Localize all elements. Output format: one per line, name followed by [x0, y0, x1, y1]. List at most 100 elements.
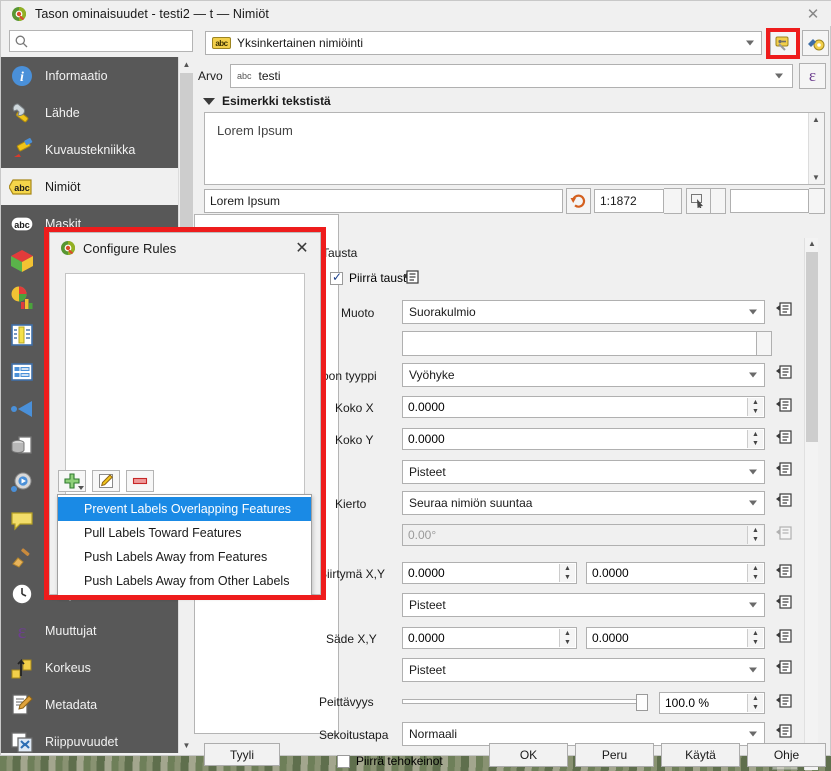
sidebar-item-metadata[interactable]: Metadata	[1, 686, 178, 723]
radius-unit-combo[interactable]: Pisteet	[402, 658, 765, 682]
sample-scale-dropdown[interactable]	[663, 188, 683, 214]
shape-fill-dropdown[interactable]	[756, 331, 772, 356]
opacity-slider-knob[interactable]	[636, 694, 648, 711]
qgis-logo-icon	[60, 240, 76, 256]
opacity-slider[interactable]	[402, 694, 648, 711]
rules-list[interactable]	[65, 273, 305, 500]
offset-y-input[interactable]: 0.0000 ▲ ▼	[586, 562, 765, 584]
size-type-combo[interactable]: Vyöhyke	[402, 363, 765, 387]
sample-revert-button[interactable]	[565, 188, 591, 214]
value-field-combo[interactable]: abc testi	[230, 64, 793, 88]
svg-text:ɛ: ɛ	[18, 619, 27, 643]
rotation-angle-input: 0.00° ▲ ▼	[402, 524, 765, 546]
ok-button[interactable]: OK	[489, 743, 568, 767]
field-type-abc-icon: abc	[237, 71, 252, 81]
size-x-stepper[interactable]: ▲ ▼	[747, 398, 763, 416]
sidebar-item-korkeus[interactable]: Korkeus	[1, 649, 178, 686]
opacity-input[interactable]: 100.0 % ▲ ▼	[659, 692, 765, 714]
sidebar-item-muuttujat[interactable]: ɛ Muuttujat	[1, 612, 178, 649]
data-defined-override-icon[interactable]	[776, 595, 796, 616]
sample-pick-dropdown[interactable]	[711, 188, 726, 214]
close-icon[interactable]: ✕	[804, 5, 822, 23]
radius-x-input[interactable]: 0.0000 ▲ ▼	[402, 627, 577, 649]
sidebar-item-informaatio[interactable]: i Informaatio	[1, 57, 178, 94]
data-defined-override-icon[interactable]	[776, 365, 796, 386]
dialog-titlebar: Tason ominaisuudet - testi2 — t — Nimiöt…	[1, 1, 831, 26]
sample-color-dropdown[interactable]	[808, 188, 826, 214]
draw-background-checkbox-row[interactable]: Piirrä tausta	[330, 270, 413, 285]
joins-icon	[9, 396, 35, 422]
data-defined-override-icon[interactable]	[776, 660, 796, 681]
draw-effects-checkbox-row[interactable]: Piirrä tehokeinot	[337, 754, 443, 768]
sidebar-item-kuvaustekniikka[interactable]: Kuvaustekniikka	[1, 131, 178, 168]
radius-x-stepper[interactable]: ▲ ▼	[559, 629, 575, 647]
data-defined-override-icon[interactable]	[776, 564, 796, 585]
sample-text-input[interactable]: Lorem Ipsum	[204, 189, 563, 213]
draw-effects-checkbox[interactable]	[337, 754, 350, 768]
data-defined-override-icon[interactable]	[776, 398, 796, 419]
scroll-up-icon[interactable]: ▲	[808, 239, 816, 248]
shape-combo[interactable]: Suorakulmio	[402, 300, 765, 324]
data-defined-override-icon[interactable]	[776, 724, 796, 745]
offset-x-stepper[interactable]: ▲ ▼	[559, 564, 575, 582]
info-icon: i	[9, 63, 35, 89]
scrollbar-thumb[interactable]	[806, 252, 818, 442]
rotation-combo[interactable]: Seuraa nimiön suuntaa	[402, 491, 765, 515]
opacity-stepper[interactable]: ▲ ▼	[747, 694, 763, 712]
sidebar-item-riippuvuudet[interactable]: Riippuvuudet	[1, 723, 178, 753]
menu-item-push-away-labels[interactable]: Push Labels Away from Other Labels	[58, 569, 311, 593]
menu-item-push-away-features[interactable]: Push Labels Away from Features	[58, 545, 311, 569]
offset-y-stepper[interactable]: ▲ ▼	[747, 564, 763, 582]
add-rule-button[interactable]	[58, 470, 86, 492]
size-x-input[interactable]: 0.0000 ▲ ▼	[402, 396, 765, 418]
scroll-down-icon[interactable]: ▼	[812, 173, 820, 182]
data-defined-override-icon[interactable]	[776, 462, 796, 483]
data-defined-override-icon[interactable]	[776, 493, 796, 514]
offset-x-input[interactable]: 0.0000 ▲ ▼	[402, 562, 577, 584]
sample-color-field[interactable]	[729, 189, 809, 213]
labeling-mode-combo[interactable]: abc Yksinkertainen nimiöinti	[205, 31, 762, 55]
configure-rules-button[interactable]	[770, 30, 797, 56]
scroll-up-icon[interactable]: ▲	[179, 57, 194, 72]
close-icon[interactable]: ✕	[293, 239, 311, 257]
remove-rule-button[interactable]	[126, 470, 154, 492]
preview-scrollbar[interactable]: ▲ ▼	[808, 113, 824, 184]
search-box[interactable]	[9, 30, 193, 52]
cancel-button[interactable]: Peru	[575, 743, 654, 767]
scroll-up-icon[interactable]: ▲	[812, 115, 820, 124]
size-y-input[interactable]: 0.0000 ▲ ▼	[402, 428, 765, 450]
labeling-style-button[interactable]	[802, 30, 829, 56]
radius-y-input[interactable]: 0.0000 ▲ ▼	[586, 627, 765, 649]
sample-text-section-header[interactable]: Esimerkki tekstistä	[203, 94, 331, 108]
style-menu-button[interactable]: Tyyli	[204, 743, 280, 766]
menu-item-prevent-overlapping[interactable]: Prevent Labels Overlapping Features	[58, 497, 311, 521]
opacity-slider-track[interactable]	[402, 694, 648, 711]
configure-rules-key-icon	[775, 36, 788, 51]
search-input[interactable]	[29, 32, 192, 50]
add-rule-menu[interactable]: Prevent Labels Overlapping Features Pull…	[57, 494, 312, 596]
offset-unit-combo[interactable]: Pisteet	[402, 593, 765, 617]
data-defined-override-icon[interactable]	[776, 430, 796, 451]
shape-fill-combo[interactable]	[402, 331, 758, 356]
data-defined-override-icon[interactable]	[776, 302, 796, 323]
help-button[interactable]: Ohje	[747, 743, 826, 767]
data-defined-override-icon[interactable]	[403, 270, 423, 291]
draw-background-checkbox[interactable]	[330, 270, 343, 285]
value-expression-button[interactable]: ε	[799, 63, 826, 89]
rotation-angle-stepper: ▲ ▼	[747, 526, 763, 544]
data-defined-override-icon[interactable]	[776, 629, 796, 650]
data-defined-override-icon[interactable]	[776, 694, 796, 715]
data-defined-override-icon	[776, 526, 796, 547]
size-unit-combo[interactable]: Pisteet	[402, 460, 765, 484]
sidebar-item-lahde[interactable]: Lähde	[1, 94, 178, 131]
settings-pane-scrollbar[interactable]: ▲ ▼	[804, 238, 818, 770]
edit-rule-button[interactable]	[92, 470, 120, 492]
sample-scale-combo[interactable]: 1:1872	[594, 189, 664, 213]
sample-pick-scale-button[interactable]	[686, 188, 712, 214]
menu-item-pull-toward[interactable]: Pull Labels Toward Features	[58, 521, 311, 545]
apply-button[interactable]: Käytä	[661, 743, 740, 767]
sidebar-item-nimiot[interactable]: abc Nimiöt	[1, 168, 178, 205]
size-y-stepper[interactable]: ▲ ▼	[747, 430, 763, 448]
radius-y-stepper[interactable]: ▲ ▼	[747, 629, 763, 647]
scroll-down-icon[interactable]: ▼	[179, 738, 194, 753]
